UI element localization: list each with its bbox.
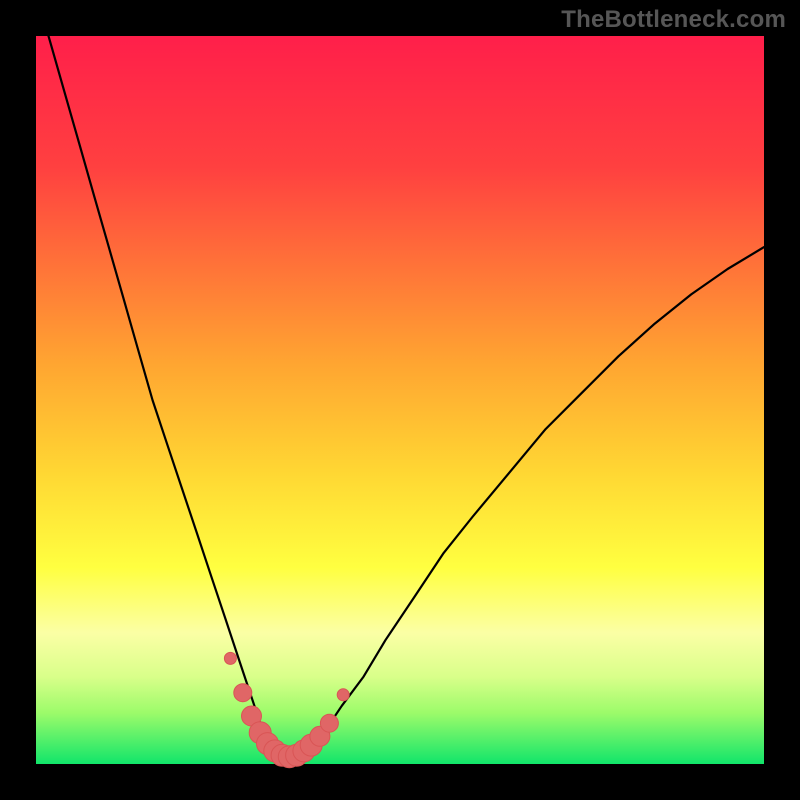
curve-marker [224, 652, 236, 664]
chart-frame: TheBottleneck.com [0, 0, 800, 800]
curve-layer [36, 36, 764, 764]
curve-marker [234, 684, 252, 702]
bottleneck-curve [36, 0, 764, 757]
curve-marker [337, 689, 349, 701]
gradient-plot-area [36, 36, 764, 764]
curve-marker [320, 714, 338, 732]
watermark-label: TheBottleneck.com [561, 6, 786, 34]
